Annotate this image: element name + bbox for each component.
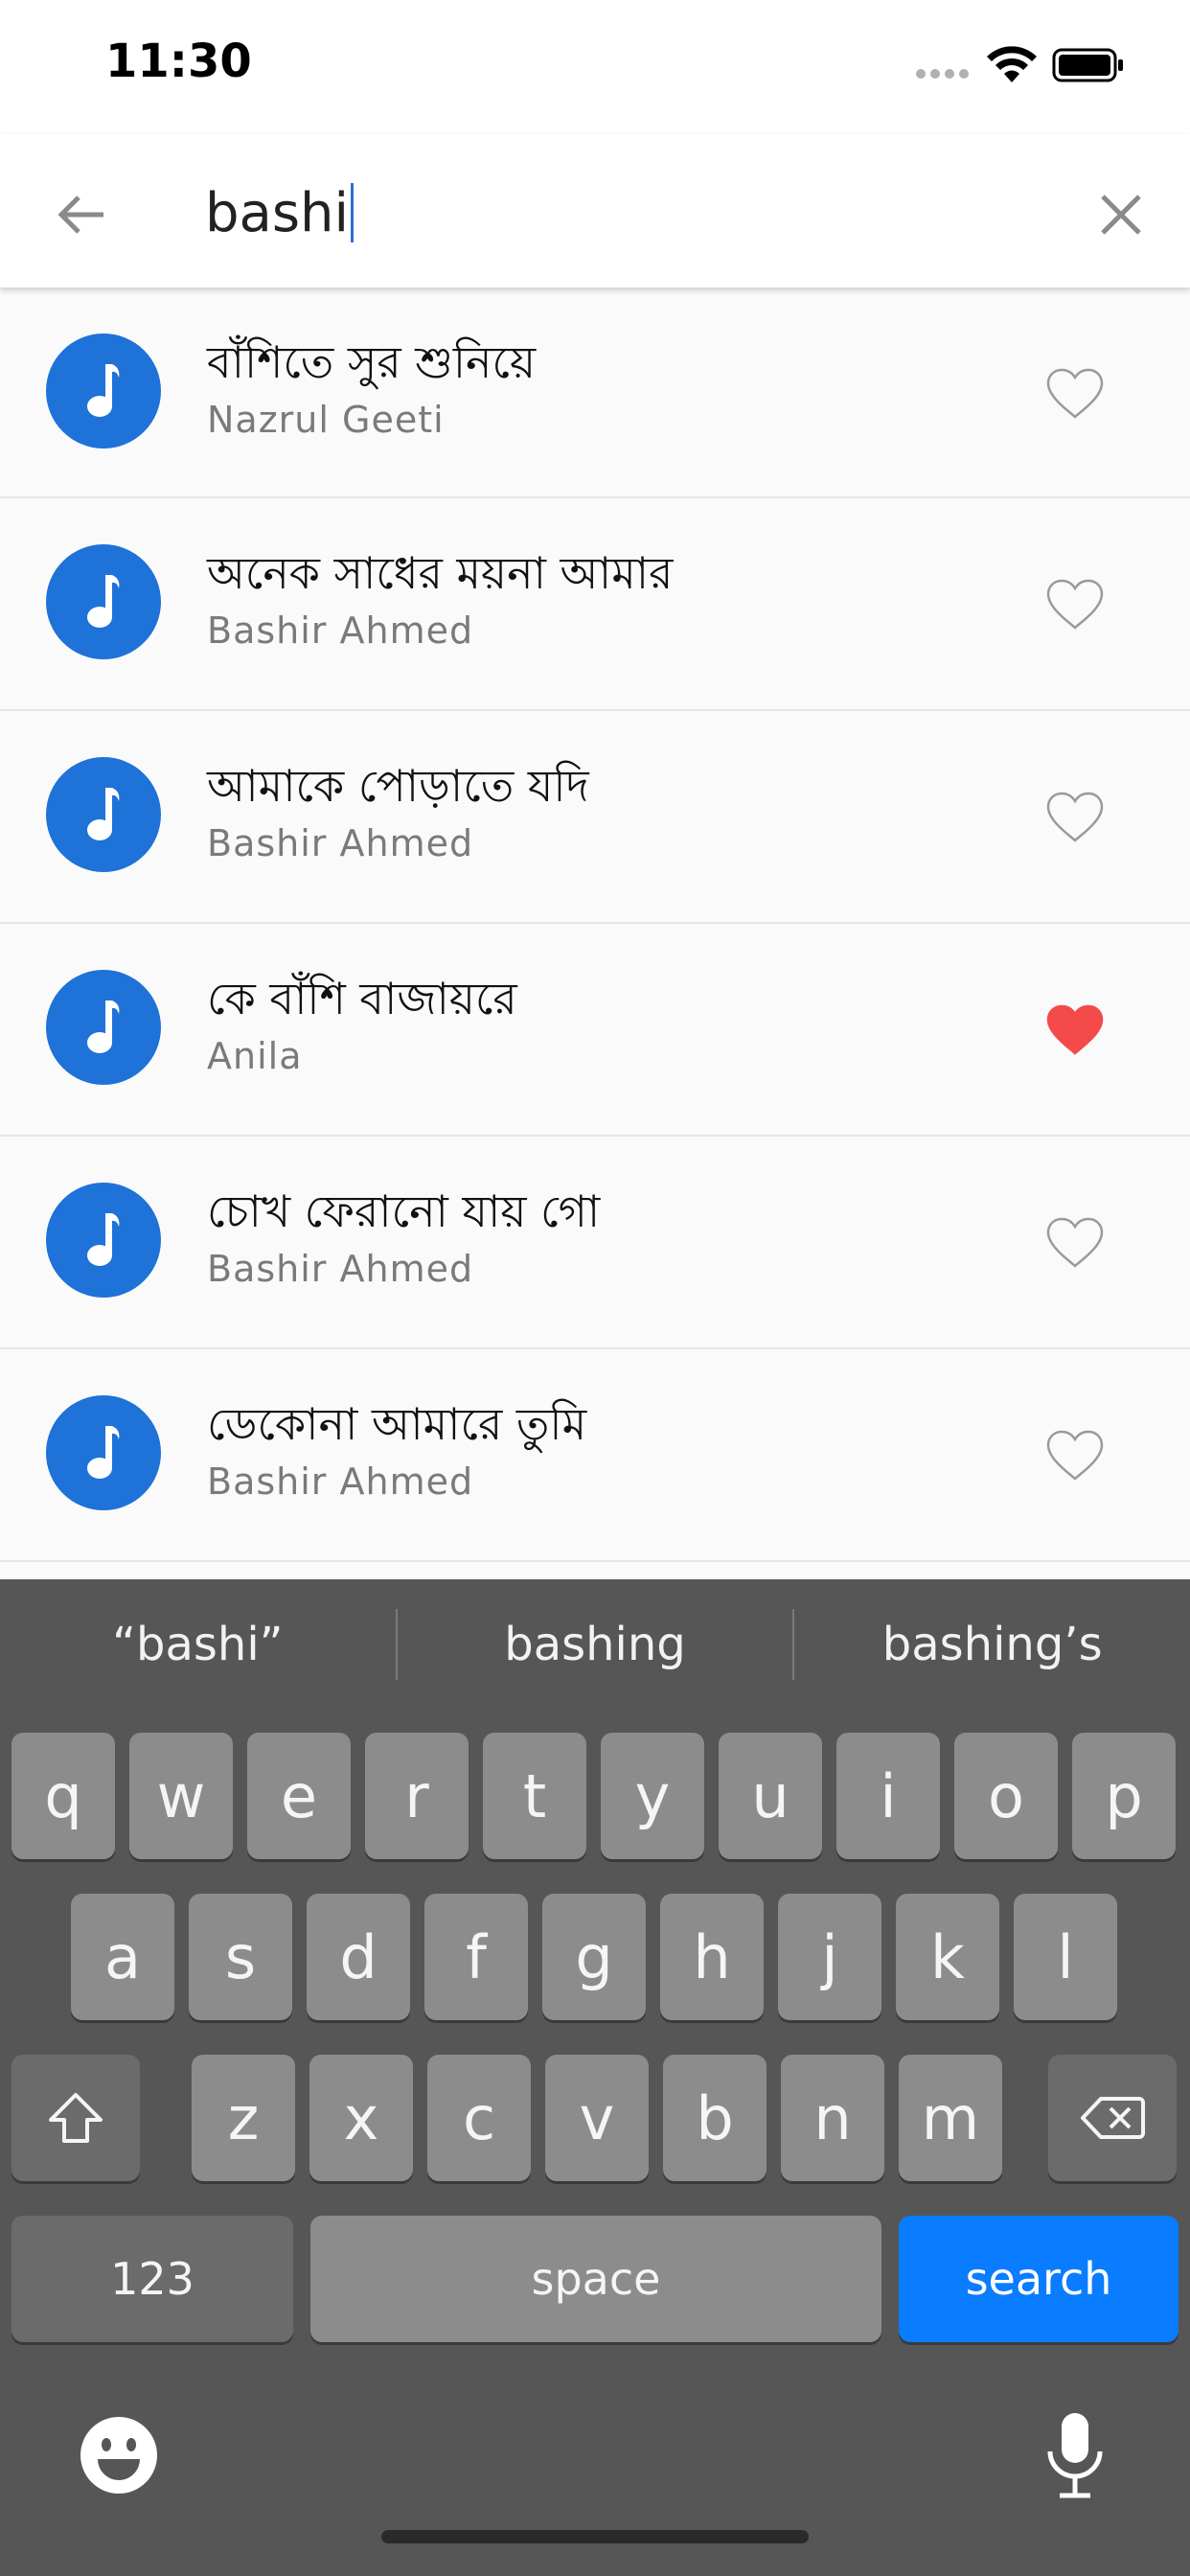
close-icon <box>1101 195 1141 235</box>
song-artist: Bashir Ahmed <box>207 822 474 864</box>
key-g[interactable]: g <box>542 1894 646 2020</box>
song-avatar <box>46 970 161 1085</box>
cellular-signal-icon <box>916 67 973 80</box>
emoji-icon[interactable] <box>77 2413 161 2497</box>
key-h[interactable]: h <box>660 1894 764 2020</box>
song-artist: Bashir Ahmed <box>207 1248 474 1290</box>
favorite-button[interactable] <box>1037 1209 1113 1276</box>
song-avatar <box>46 757 161 872</box>
key-s[interactable]: s <box>189 1894 292 2020</box>
song-list-item[interactable]: আমাকে পোড়াতে যদি Bashir Ahmed <box>0 711 1190 924</box>
music-note-icon <box>87 1213 120 1266</box>
song-list-item[interactable]: অনেক সাধের ময়না আমার Bashir Ahmed <box>0 498 1190 711</box>
music-note-icon <box>87 1000 120 1053</box>
song-avatar <box>46 1183 161 1298</box>
shift-icon <box>49 2093 103 2143</box>
autocomplete-suggestions: “bashi” bashing bashing’s <box>0 1579 1190 1710</box>
delete-key[interactable] <box>1048 2055 1177 2181</box>
space-key[interactable]: space <box>310 2216 881 2342</box>
heart-icon <box>1046 579 1104 630</box>
key-u[interactable]: u <box>719 1733 822 1859</box>
favorite-button[interactable] <box>1037 1422 1113 1489</box>
on-screen-keyboard: “bashi” bashing bashing’s 123 space sear… <box>0 1579 1190 2576</box>
music-note-icon <box>87 788 120 840</box>
key-e[interactable]: e <box>247 1733 351 1859</box>
song-artist: Nazrul Geeti <box>207 399 445 441</box>
key-z[interactable]: z <box>192 2055 295 2181</box>
key-n[interactable]: n <box>781 2055 884 2181</box>
key-j[interactable]: j <box>778 1894 881 2020</box>
music-note-icon <box>87 364 120 417</box>
song-list-item[interactable]: কে বাঁশি বাজায়রে Anila <box>0 924 1190 1137</box>
suggestion-item[interactable]: bashing’s <box>794 1618 1190 1671</box>
search-header: bashi <box>0 134 1190 288</box>
suggestion-item[interactable]: “bashi” <box>0 1618 396 1671</box>
key-c[interactable]: c <box>427 2055 531 2181</box>
heart-icon <box>1046 1217 1104 1268</box>
heart-icon <box>1046 1430 1104 1481</box>
key-f[interactable]: f <box>424 1894 528 2020</box>
status-time: 11:30 <box>105 34 252 88</box>
wifi-icon <box>987 46 1037 82</box>
song-title: আমাকে পোড়াতে যদি <box>207 760 589 812</box>
search-input[interactable]: bashi <box>205 172 1067 253</box>
search-results-list: বাঁশিতে সুর শুনিয়ে Nazrul Geeti অনেক সাধে… <box>0 288 1190 1562</box>
clear-search-button[interactable] <box>1083 176 1159 253</box>
favorite-button[interactable] <box>1037 784 1113 851</box>
music-note-icon <box>87 575 120 628</box>
song-avatar <box>46 334 161 448</box>
key-p[interactable]: p <box>1072 1733 1176 1859</box>
song-avatar <box>46 544 161 659</box>
search-key[interactable]: search <box>899 2216 1179 2342</box>
key-b[interactable]: b <box>663 2055 767 2181</box>
arrow-left-icon <box>57 196 103 234</box>
song-list-item[interactable]: বাঁশিতে সুর শুনিয়ে Nazrul Geeti <box>0 288 1190 498</box>
back-button[interactable] <box>42 176 119 253</box>
song-list-item[interactable]: চোখ ফেরানো যায় গো Bashir Ahmed <box>0 1137 1190 1349</box>
music-note-icon <box>87 1426 120 1479</box>
key-l[interactable]: l <box>1014 1894 1117 2020</box>
key-y[interactable]: y <box>601 1733 704 1859</box>
backspace-icon <box>1081 2097 1145 2139</box>
key-o[interactable]: o <box>954 1733 1058 1859</box>
heart-icon <box>1046 368 1104 419</box>
key-q[interactable]: q <box>11 1733 115 1859</box>
song-avatar <box>46 1395 161 1510</box>
app-screen: 11:30 bashi বাঁশিতে সুর শুনিয়ে Nazrul G… <box>0 0 1190 2576</box>
favorite-button[interactable] <box>1037 360 1113 427</box>
text-caret <box>351 183 355 242</box>
favorite-button[interactable] <box>1037 571 1113 638</box>
song-artist: Bashir Ahmed <box>207 610 474 652</box>
numbers-key[interactable]: 123 <box>11 2216 293 2342</box>
microphone-icon[interactable] <box>1037 2409 1113 2501</box>
song-title: ডেকোনা আমারে তুমি <box>207 1398 587 1450</box>
key-d[interactable]: d <box>307 1894 410 2020</box>
song-title: কে বাঁশি বাজায়রে <box>207 973 517 1024</box>
key-x[interactable]: x <box>309 2055 413 2181</box>
battery-icon <box>1052 48 1123 82</box>
song-title: অনেক সাধের ময়না আমার <box>207 547 674 599</box>
key-t[interactable]: t <box>483 1733 586 1859</box>
key-k[interactable]: k <box>896 1894 999 2020</box>
status-bar: 11:30 <box>0 0 1190 134</box>
home-indicator[interactable] <box>381 2530 809 2543</box>
suggestion-item[interactable]: bashing <box>398 1618 793 1671</box>
key-m[interactable]: m <box>899 2055 1002 2181</box>
song-artist: Bashir Ahmed <box>207 1460 474 1503</box>
song-list-item[interactable]: ডেকোনা আমারে তুমি Bashir Ahmed <box>0 1349 1190 1562</box>
song-title: চোখ ফেরানো যায় গো <box>207 1185 601 1237</box>
shift-key[interactable] <box>11 2055 140 2181</box>
song-artist: Anila <box>207 1035 303 1077</box>
search-query-text: bashi <box>205 181 350 244</box>
key-w[interactable]: w <box>129 1733 233 1859</box>
song-title: বাঁশিতে সুর শুনিয়ে <box>207 336 537 388</box>
heart-icon <box>1046 1004 1104 1055</box>
heart-icon <box>1046 792 1104 842</box>
key-i[interactable]: i <box>836 1733 940 1859</box>
key-r[interactable]: r <box>365 1733 469 1859</box>
key-a[interactable]: a <box>71 1894 174 2020</box>
favorite-button[interactable] <box>1037 997 1113 1064</box>
key-v[interactable]: v <box>545 2055 649 2181</box>
